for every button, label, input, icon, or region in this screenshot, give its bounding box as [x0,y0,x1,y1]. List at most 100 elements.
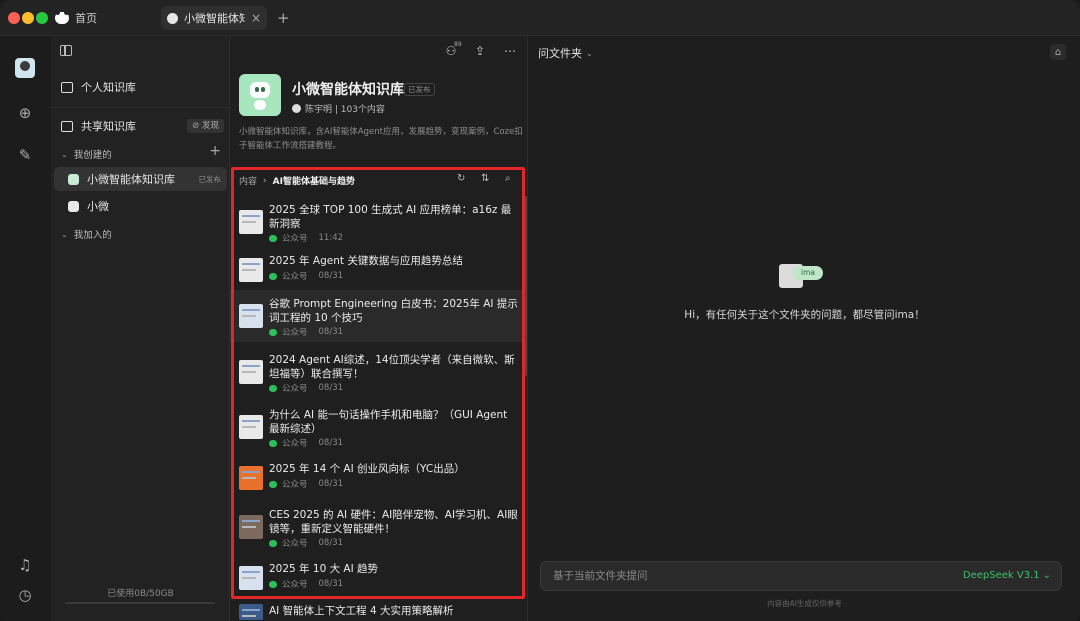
list-item[interactable]: 2025 年 Agent 关键数据与应用趋势总结 公众号 08/31 [230,248,522,288]
chevron-down-icon: ⌄ [61,149,68,159]
breadcrumb-root[interactable]: 内容 [239,174,257,187]
list-item[interactable]: AI 智能体上下文工程 4 大实用策略解析 [230,600,522,621]
article-thumbnail [239,360,263,384]
item-source: 公众号 [282,234,308,244]
breadcrumb-current: AI智能体基础与趋势 [272,177,355,187]
item-source: 公众号 [282,328,308,338]
sidebar-item-shared-kb[interactable]: 共享知识库 ⊘ 发现 [51,113,230,139]
share-icon[interactable]: ⇪ [473,44,487,58]
sidebar-item-label: 小微 [87,200,109,213]
bell-icon[interactable]: ♫ [16,556,34,574]
edit-note-icon[interactable]: ✎ [16,146,34,164]
discover-button[interactable]: ⊘ 发现 [187,119,224,133]
new-tab-button[interactable]: + [277,9,290,27]
breadcrumb: 内容 › AI智能体基础与趋势 [239,174,355,188]
tab-knowledge-base[interactable]: 小微智能体知识库 × [161,6,267,30]
storage-bar [65,602,215,604]
model-selector[interactable]: DeepSeek V3.1 ⌄ [963,570,1051,581]
item-source: 公众号 [282,480,308,490]
minimize-window-button[interactable] [22,12,34,24]
article-thumbnail [239,415,263,439]
ima-illustration: ima [779,261,823,291]
item-source: 公众号 [282,439,308,449]
list-item[interactable]: 2025 年 14 个 AI 创业风向标（YC出品） 公众号 08/31 [230,456,522,496]
wechat-icon [269,580,277,588]
list-scrollbar[interactable] [524,196,527,376]
kb-description: 小微智能体知识库，含AI智能体Agent应用，发展趋势，变现案例，Coze扣子智… [239,127,523,151]
item-source: 公众号 [282,539,308,549]
kb-author: 陈宇明 | 103个内容 [292,102,385,115]
status-badge: 已发布 [198,174,222,184]
item-meta: 公众号 11:42 [269,232,343,244]
item-title: AI 智能体上下文工程 4 大实用策略解析 [269,605,454,617]
book-icon [61,81,73,93]
group-joined-label: 我加入的 [73,230,112,241]
member-count: 89 [454,41,462,48]
page-title: 小微智能体知识库 [292,82,404,98]
group-created[interactable]: ⌄ 我创建的 [61,147,112,162]
tab-home[interactable]: 首页 [55,8,97,28]
list-item[interactable]: 2024 Agent AI综述，14位顶尖学者（来自微软、斯坦福等）联合撰写！ … [230,346,522,398]
empty-state-hint: Hi，有任何关于这个文件夹的问题，都尽管问ima！ [684,309,925,321]
list-item[interactable]: 2025 全球 TOP 100 生成式 AI 应用榜单：a16z 最新洞察 公众… [230,196,522,248]
list-item[interactable]: 谷歌 Prompt Engineering 白皮书：2025年 AI 提示词工程… [230,290,522,342]
list-item[interactable]: 2025 年 10 大 AI 趋势 公众号 08/31 [230,556,522,596]
robot-body [254,100,266,110]
close-window-button[interactable] [8,12,20,24]
kb-tab-icon [167,12,178,24]
item-time: 08/31 [318,538,344,548]
zoom-window-button[interactable] [36,12,48,24]
item-time: 08/31 [318,327,344,337]
folder-selector[interactable]: 问文件夹 ⌄ [538,45,593,61]
add-circle-icon[interactable]: ⊕ [16,104,34,122]
item-title: 2025 全球 TOP 100 生成式 AI 应用榜单：a16z 最新洞察 [269,204,512,230]
chevron-down-icon: ⌄ [586,48,593,58]
group-joined[interactable]: ⌄ 我加入的 [61,227,112,242]
ask-folder-panel: 问文件夹 ⌄ ⌂ ima Hi，有任何关于这个文件夹的问题，都尽管问ima！ D… [529,36,1080,621]
author-avatar [292,104,301,113]
ask-box: DeepSeek V3.1 ⌄ [540,561,1062,591]
item-time: 08/31 [318,383,344,393]
article-thumbnail [239,258,263,282]
add-kb-button[interactable]: + [209,143,221,159]
sidebar-item-kb-xiaowei[interactable]: 小微 [54,194,227,218]
item-meta: 公众号 08/31 [269,537,343,549]
article-thumbnail [239,210,263,234]
item-source: 公众号 [282,580,308,590]
sort-icon[interactable]: ⇅ [481,173,489,184]
kb-logo [239,74,281,116]
shared-book-icon [61,120,73,132]
tab-home-label: 首页 [75,12,97,25]
article-thumbnail [239,604,263,620]
kb-content-panel: ⚇ 89 ⇪ ⋯ 小微智能体知识库 已发布 陈宇明 | 103个内容 小微智能体… [230,36,528,621]
refresh-icon[interactable]: ↻ [457,173,465,184]
status-badge: 已发布 [404,83,435,96]
item-meta: 公众号 08/31 [269,437,343,449]
chevron-down-icon: ⌄ [61,229,68,239]
more-icon[interactable]: ⋯ [503,44,517,58]
article-thumbnail [239,515,263,539]
wechat-icon [269,384,277,392]
search-icon[interactable]: ⌕ [505,173,511,184]
folder-title: 问文件夹 [538,47,582,60]
close-tab-icon[interactable]: × [251,11,261,25]
wechat-icon [269,272,277,280]
history-clock-icon[interactable]: ◷ [16,586,34,604]
icon-rail: ⊕ ✎ ♫ ◷ [0,36,51,621]
question-input[interactable] [541,562,941,590]
avatar[interactable] [15,58,35,78]
item-title: 2025 年 14 个 AI 创业风向标（YC出品） [269,463,465,475]
list-item[interactable]: 为什么 AI 能一句话操作手机和电脑？（GUI Agent 最新综述） 公众号 … [230,401,522,453]
list-item[interactable]: CES 2025 的 AI 硬件：AI陪伴宠物、AI学习机、AI眼镜等，重新定义… [230,501,522,553]
sidebar-toggle-icon[interactable] [60,45,72,56]
item-title: 为什么 AI 能一句话操作手机和电脑？（GUI Agent 最新综述） [269,409,508,435]
item-time: 08/31 [318,579,344,589]
item-title: 2024 Agent AI综述，14位顶尖学者（来自微软、斯坦福等）联合撰写！ [269,354,515,380]
wechat-icon [269,539,277,547]
tab-knowledge-base-label: 小微智能体知识库 [184,12,245,25]
sidebar-item-personal-kb[interactable]: 个人知识库 [51,74,230,100]
item-time: 08/31 [318,479,344,489]
item-time: 11:42 [318,233,344,243]
clear-icon[interactable]: ⌂ [1050,44,1066,60]
sidebar-item-kb-xiaowei-agent[interactable]: 小微智能体知识库 已发布 [54,167,227,191]
